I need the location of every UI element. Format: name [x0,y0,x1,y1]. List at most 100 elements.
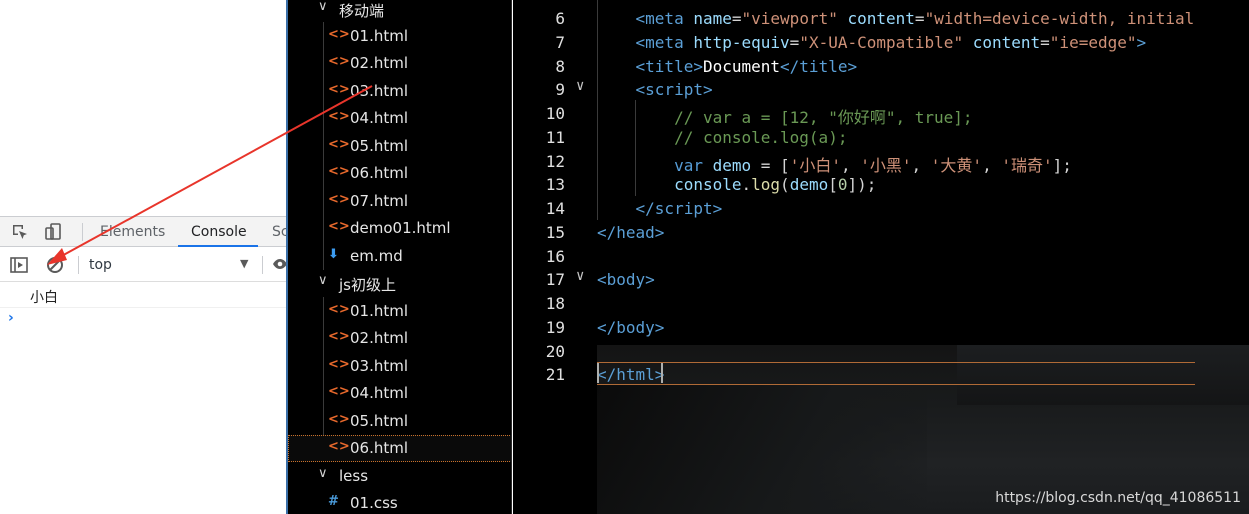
devtools-panel: Elements Console Sc top ▼ 小白 › [0,0,286,514]
code-line: 16 [513,243,1249,267]
toolbar-divider [262,256,263,274]
file-row[interactable]: <> 06.html [288,160,511,187]
code-line: 11 // console.log(a); [513,124,1249,148]
line-number: 21 [545,365,565,384]
fold-chevron-down-icon[interactable]: ∨ [576,268,584,284]
code-line: 7 <meta http-equiv="X-UA-Compatible" con… [513,29,1249,53]
file-label: 05.html [350,412,409,430]
toolbar-divider [82,223,83,241]
file-row[interactable]: <> demo01.html [288,215,511,242]
file-row[interactable]: <> 03.html [288,353,511,380]
line-number: 11 [545,128,565,147]
console-prompt-icon[interactable]: › [8,310,14,326]
file-label: 01.css [350,494,398,512]
file-row[interactable]: <> 07.html [288,188,511,215]
code-editor[interactable]: 6 <meta name="viewport" content="width=d… [513,0,1249,514]
console-log-message: 小白 [0,283,286,308]
file-row[interactable]: <> 05.html [288,408,511,435]
file-row[interactable]: <> 03.html [288,78,511,105]
file-label: 01.html [350,27,409,45]
code-line: 10 // var a = [12, "你好啊", true]; [513,100,1249,127]
chevron-down-icon[interactable]: ▼ [240,257,248,270]
html-file-icon: <> [328,302,350,317]
file-row[interactable]: <> 04.html [288,380,511,407]
chevron-down-icon: ∨ [318,273,328,288]
code-line: 12 var demo = ['小白', '小黑', '大黄', '瑞奇']; [513,148,1249,175]
folder-label: 移动端 [339,2,385,20]
show-sidebar-icon[interactable] [9,255,29,275]
folder-row[interactable]: ∨ less [288,463,511,490]
tab-elements[interactable]: Elements [100,224,165,240]
console-log-text: 小白 [30,290,58,306]
inspect-element-icon[interactable] [10,222,30,242]
current-line-border [597,384,1195,385]
html-file-icon: <> [328,82,350,97]
chevron-down-icon: ∨ [318,0,328,14]
code-text: </html> [597,365,665,384]
line-number: 17 [545,270,565,289]
html-file-icon: <> [328,192,350,207]
devtools-tab-bar: Elements Console Sc [0,216,286,247]
code-line-current: 21 </html> [513,361,1249,385]
file-label: 06.html [350,164,409,182]
line-number: 19 [545,318,565,337]
file-row[interactable]: # 01.css [288,490,511,514]
file-row[interactable]: <> 04.html [288,105,511,132]
context-selector[interactable]: top [89,257,112,273]
line-number: 14 [545,199,565,218]
code-text: <title>Document</title> [635,57,858,76]
code-text: </script> [635,199,723,218]
file-explorer: ∨ 移动端 <> 01.html <> 02.html <> 03.html <… [286,0,512,514]
bracket-match-cursor [597,363,599,383]
code-line: 9 ∨ <script> [513,76,1249,100]
html-file-icon: <> [328,412,350,427]
html-file-icon: <> [328,164,350,179]
file-label: 05.html [350,137,409,155]
html-file-icon: <> [328,109,350,124]
folder-label: less [339,467,369,485]
code-line: 17 ∨ <body> [513,266,1249,290]
file-label: 07.html [350,192,409,210]
css-file-icon: # [328,494,339,509]
markdown-download-icon: ⬇ [328,247,339,262]
file-row-selected[interactable]: <> 06.html [288,435,511,462]
code-text: <script> [635,80,713,99]
html-file-icon: <> [328,357,350,372]
code-line: 8 <title>Document</title> [513,53,1249,77]
folder-row[interactable]: ∨ 移动端 [288,0,511,23]
live-expression-eye-icon[interactable] [272,256,286,272]
line-number: 10 [545,104,565,123]
folder-row[interactable]: ∨ js初级上 [288,270,511,297]
file-row[interactable]: <> 01.html [288,298,511,325]
file-row[interactable]: ⬇ em.md [288,243,511,270]
file-row[interactable]: <> 01.html [288,23,511,50]
tab-console[interactable]: Console [191,224,247,240]
watermark-text: https://blog.csdn.net/qq_41086511 [995,490,1241,506]
line-number: 6 [555,9,565,28]
file-row[interactable]: <> 02.html [288,50,511,77]
line-number: 18 [545,294,565,313]
line-number: 8 [555,57,565,76]
html-file-icon: <> [328,54,350,69]
line-number: 12 [545,152,565,171]
tab-sources[interactable]: Sc [272,224,286,240]
file-row[interactable]: <> 05.html [288,133,511,160]
code-text: </body> [597,318,665,337]
code-text: </head> [597,223,665,242]
fold-chevron-down-icon[interactable]: ∨ [576,78,584,94]
console-toolbar: top ▼ [0,248,286,282]
toolbar-divider [78,256,79,274]
html-file-icon: <> [328,219,350,234]
line-number: 20 [545,342,565,361]
chevron-down-icon: ∨ [318,466,328,481]
clear-console-icon[interactable] [45,255,65,275]
code-text: <meta http-equiv="X-UA-Compatible" conte… [635,33,1147,52]
code-line: 6 <meta name="viewport" content="width=d… [513,5,1249,29]
html-file-icon: <> [328,439,350,454]
html-file-icon: <> [328,329,350,344]
html-file-icon: <> [328,384,350,399]
device-toolbar-icon[interactable] [44,222,64,242]
html-file-icon: <> [328,27,350,42]
folder-label: js初级上 [339,276,396,294]
file-row[interactable]: <> 02.html [288,325,511,352]
